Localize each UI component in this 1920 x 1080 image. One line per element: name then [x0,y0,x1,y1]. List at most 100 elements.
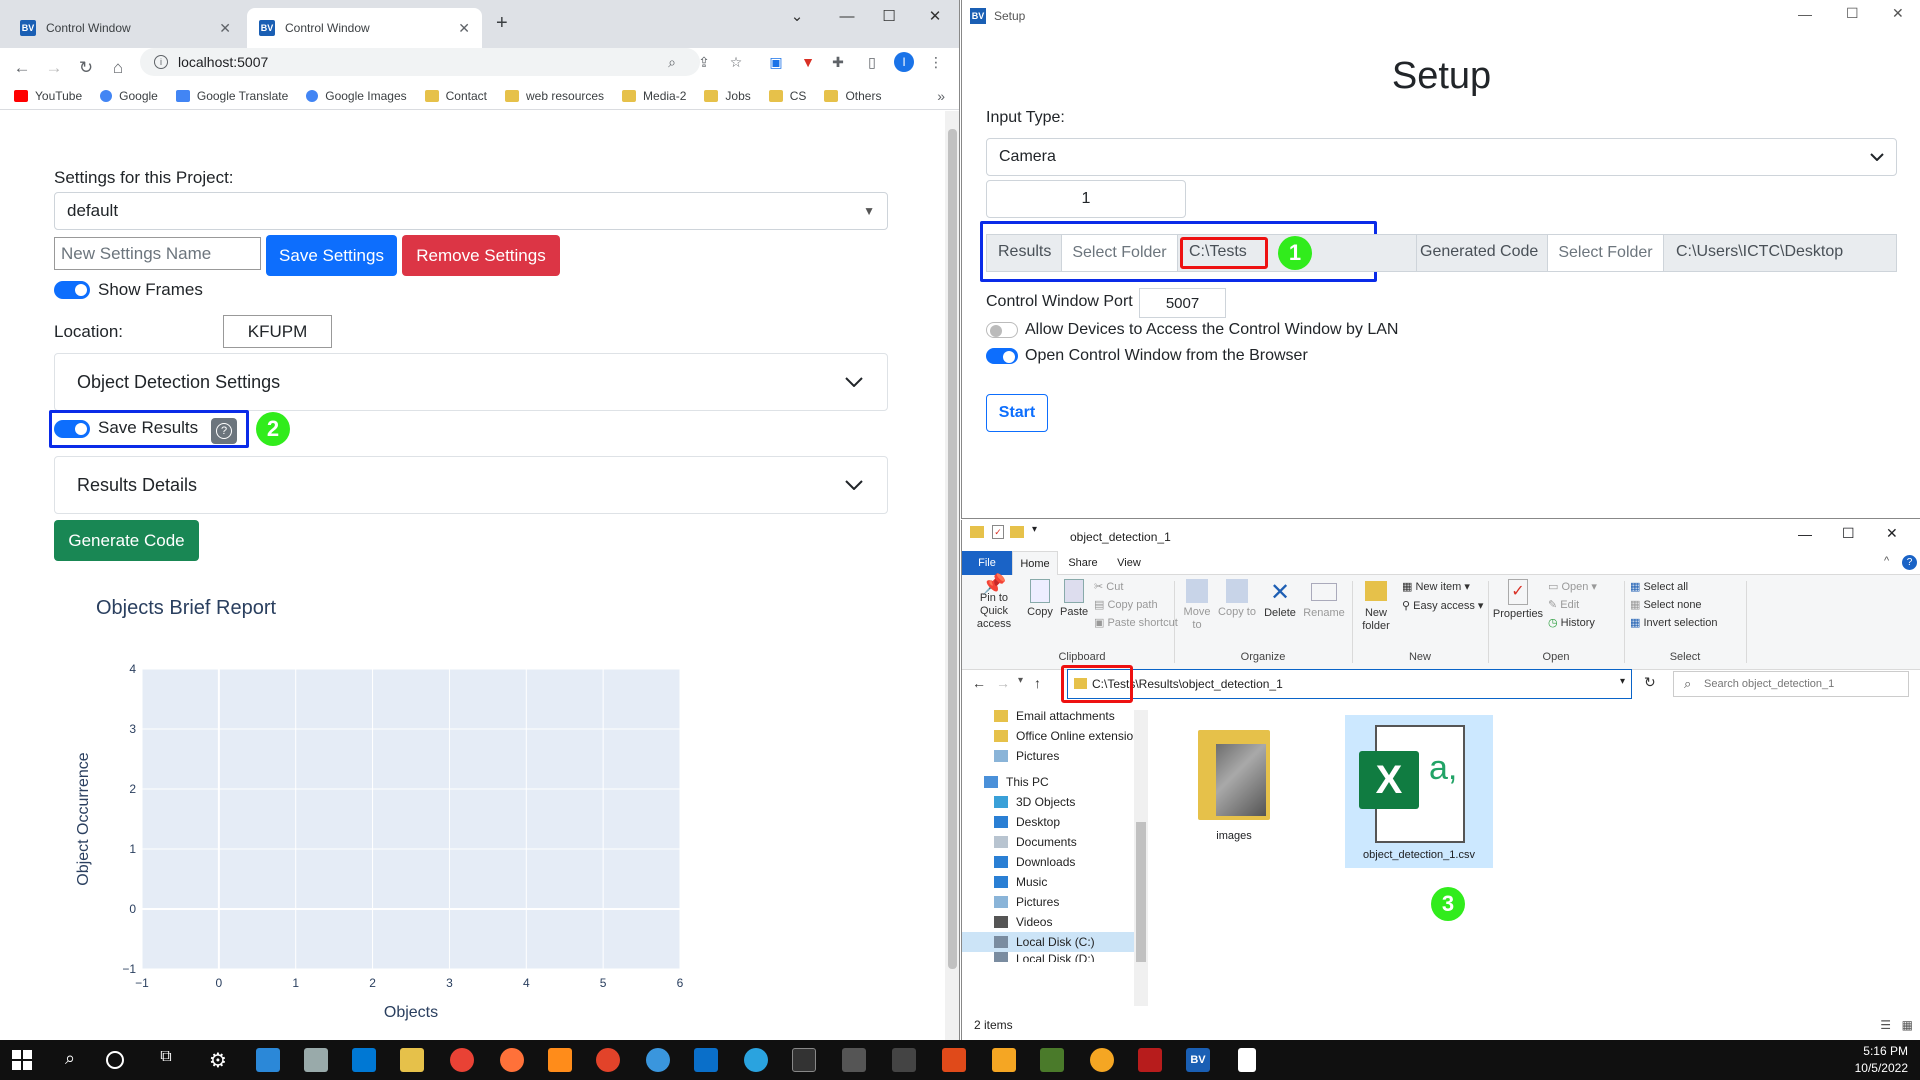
minimize-icon[interactable]: — [830,4,864,28]
search-icon[interactable]: ⌕ [58,1048,82,1072]
cut-button[interactable]: ✂ Cut [1094,581,1123,594]
bookmark-google-images[interactable]: Google Images [306,89,407,103]
bookmark-contact[interactable]: Contact [424,89,487,103]
game-icon[interactable] [842,1048,866,1072]
new-folder-button[interactable]: New folder [1356,581,1396,633]
home-icon[interactable]: ⌂ [106,56,130,80]
bookmark-star-icon[interactable]: ☆ [726,52,746,72]
store-icon[interactable] [352,1048,376,1072]
bookmarks-overflow-icon[interactable]: » [937,88,945,104]
bookmark-web-resources[interactable]: web resources [505,89,604,103]
results-details-accordion[interactable]: Results Details [54,456,888,514]
address-dropdown-icon[interactable]: ▾ [1620,676,1625,687]
save-settings-button[interactable]: Save Settings [266,235,397,276]
paste-button[interactable]: Paste [1060,579,1088,619]
move-to-button[interactable]: Move to [1178,579,1216,632]
select-all-button[interactable]: ▦ Select all [1630,581,1688,594]
cortana-icon[interactable] [106,1051,124,1069]
color-app-icon[interactable] [596,1048,620,1072]
new-item-button[interactable]: ▦ New item ▾ [1402,581,1470,594]
network-app-icon[interactable] [892,1048,916,1072]
scrollbar-thumb[interactable] [948,129,957,969]
zoom-icon[interactable]: ⌕ [662,52,682,72]
extension-red-icon[interactable]: ▼ [798,52,818,72]
up-icon[interactable]: ↑ [1034,675,1041,691]
copy-button[interactable]: Copy [1026,579,1054,619]
remote-desktop-icon[interactable] [256,1048,280,1072]
profile-avatar[interactable]: I [894,52,914,72]
collapse-ribbon-icon[interactable]: ^ [1884,555,1889,567]
share-icon[interactable]: ⇪ [694,52,714,72]
edit-button[interactable]: ✎ Edit [1548,599,1579,612]
matlab-icon[interactable] [992,1048,1016,1072]
object-detection-settings-accordion[interactable]: Object Detection Settings [54,353,888,411]
chrome-icon[interactable] [450,1048,474,1072]
file-item-images[interactable]: images [1184,730,1284,850]
bookmark-jobs[interactable]: Jobs [704,89,751,103]
task-view-icon[interactable]: ⧉ [154,1048,178,1072]
bookmark-media-2[interactable]: Media-2 [622,89,686,103]
close-tab-icon[interactable]: ✕ [219,20,231,37]
notepad-icon[interactable] [1238,1048,1256,1072]
help-icon[interactable]: ? [1902,555,1917,570]
reload-icon[interactable]: ↻ [74,56,98,80]
bv-app-taskbar-icon[interactable]: BV [1186,1048,1210,1072]
rename-button[interactable]: Rename [1302,579,1346,620]
back-icon[interactable]: ← [10,56,34,80]
properties-button[interactable]: ✓ Properties [1492,579,1544,621]
results-select-folder-button[interactable]: Select Folder [1061,234,1178,272]
system-clock[interactable]: 5:16 PM 10/5/2022 [1855,1043,1908,1077]
file-explorer-icon[interactable] [400,1048,424,1072]
start-button[interactable]: Start [986,394,1048,432]
bookmark-others[interactable]: Others [824,89,881,103]
recent-locations-icon[interactable]: ▾ [1018,675,1023,686]
help-button[interactable]: ? [211,418,237,444]
scanner-app-icon[interactable] [304,1048,328,1072]
maximize-icon[interactable]: ☐ [1842,525,1855,542]
new-tab-button[interactable]: + [496,12,508,35]
open-button[interactable]: ▭ Open ▾ [1548,581,1597,594]
remove-settings-button[interactable]: Remove Settings [402,235,560,276]
magnifier-app-icon[interactable] [548,1048,572,1072]
firefox-icon[interactable] [500,1048,524,1072]
allow-lan-toggle[interactable] [986,322,1018,338]
new-folder-quick-icon[interactable] [1010,526,1024,538]
edge-icon[interactable] [646,1048,670,1072]
generated-select-folder-button[interactable]: Select Folder [1547,234,1664,272]
easy-access-button[interactable]: ⚲ Easy access ▾ [1402,600,1483,613]
large-icons-view-icon[interactable]: ▦ [1902,1018,1913,1032]
address-bar[interactable]: C:\Tests\Results\object_detection_1 ▾ [1067,669,1632,699]
tab-file[interactable]: File [962,551,1012,575]
nav-scrollbar-thumb[interactable] [1136,822,1146,962]
settings-select[interactable]: default ▼ [54,192,888,230]
tab-view[interactable]: View [1106,551,1152,575]
input-type-select[interactable]: Camera [986,138,1897,176]
camera-index-input[interactable]: 1 [986,180,1186,218]
back-icon[interactable]: ← [972,675,986,691]
nav-item-local-disk-c[interactable]: Local Disk (C:) [962,932,1134,952]
blender-icon[interactable] [1090,1048,1114,1072]
bookmark-cs[interactable]: CS [768,89,806,103]
refresh-icon[interactable]: ↻ [1644,674,1656,691]
forward-icon[interactable]: → [996,675,1010,691]
menu-kebab-icon[interactable]: ⋮ [926,52,946,72]
pin-quick-access-button[interactable]: 📌 Pin to Quick access [966,575,1022,631]
settings-gear-icon[interactable]: ⚙ [206,1048,230,1072]
save-results-toggle[interactable] [54,420,90,438]
minimize-icon[interactable]: — [1798,6,1812,22]
nav-item-this-pc[interactable]: This PC [984,772,1156,792]
bookmark-google[interactable]: Google [100,89,158,103]
file-item-csv[interactable]: X a, object_detection_1.csv [1345,715,1493,868]
close-tab-icon[interactable]: ✕ [458,20,470,37]
minimize-icon[interactable]: — [1798,526,1812,542]
fruit-app-icon[interactable] [942,1048,966,1072]
select-none-button[interactable]: ▦ Select none [1630,599,1702,612]
close-window-icon[interactable]: ✕ [918,4,952,28]
filezilla-icon[interactable] [1138,1048,1162,1072]
extension-translate-icon[interactable]: ▣ [766,52,786,72]
location-input[interactable]: KFUPM [223,315,332,348]
bookmark-google-translate[interactable]: Google Translate [175,89,288,103]
paste-shortcut-button[interactable]: ▣ Paste shortcut [1094,617,1178,630]
close-window-icon[interactable]: ✕ [1886,525,1898,542]
page-scrollbar[interactable] [945,111,959,1040]
